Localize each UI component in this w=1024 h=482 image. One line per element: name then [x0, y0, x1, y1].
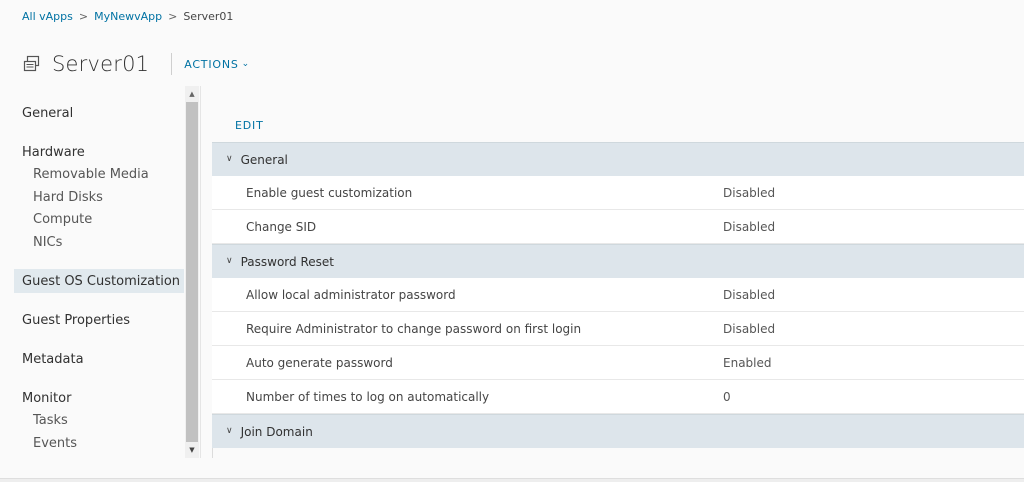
breadcrumb-current: Server01: [183, 10, 234, 23]
row-value: Disabled: [723, 288, 776, 302]
nav-item-removable-media[interactable]: Removable Media: [33, 167, 149, 182]
table-row: Change SID Disabled: [212, 210, 1024, 244]
group-title: General: [240, 152, 288, 167]
breadcrumb-mynewvapp[interactable]: MyNewvApp: [94, 10, 162, 23]
nav-item-guest-properties[interactable]: Guest Properties: [22, 313, 130, 328]
table-row: Allow local administrator password Disab…: [212, 278, 1024, 312]
scroll-up-arrow-icon[interactable]: ▲: [185, 88, 199, 100]
settings-grid: ∨ General Enable guest customization Dis…: [212, 142, 1024, 448]
nav-item-general[interactable]: General: [22, 106, 73, 121]
row-label: Enable guest customization: [246, 186, 413, 200]
nav-item-nics[interactable]: NICs: [33, 235, 62, 250]
row-label: Number of times to log on automatically: [246, 390, 490, 404]
row-label: Allow local administrator password: [246, 288, 456, 302]
actions-button[interactable]: ACTIONS ⌄: [184, 58, 250, 71]
title-row: Server01 ACTIONS ⌄: [22, 50, 250, 78]
row-label: Auto generate password: [246, 356, 393, 370]
vm-icon: [22, 54, 42, 74]
nav-scrollbar[interactable]: ▲ ▼: [185, 86, 199, 458]
nav-item-guest-os-customization[interactable]: Guest OS Customization: [22, 274, 180, 289]
scroll-down-arrow-icon[interactable]: ▼: [185, 444, 199, 456]
breadcrumb-separator: >: [78, 10, 89, 23]
edit-button[interactable]: EDIT: [235, 119, 264, 132]
nav-item-compute[interactable]: Compute: [33, 212, 92, 227]
nav-item-hardware[interactable]: Hardware: [22, 145, 85, 160]
page-title: Server01: [52, 52, 150, 76]
row-value: Disabled: [723, 186, 776, 200]
table-row: Auto generate password Enabled: [212, 346, 1024, 380]
panel-divider: [200, 86, 201, 458]
chevron-down-icon: ∨: [226, 153, 233, 164]
row-value: Enabled: [723, 356, 772, 370]
bottom-border: [0, 478, 1024, 482]
row-value: Disabled: [723, 220, 776, 234]
breadcrumb: All vApps > MyNewvApp > Server01: [22, 10, 233, 23]
row-label: Change SID: [246, 220, 317, 234]
group-header-general[interactable]: ∨ General: [212, 142, 1024, 176]
group-header-join-domain[interactable]: ∨ Join Domain: [212, 414, 1024, 448]
row-label: Require Administrator to change password…: [246, 322, 582, 336]
breadcrumb-separator: >: [168, 10, 178, 23]
side-nav: General Hardware Removable Media Hard Di…: [0, 86, 185, 458]
table-row: Enable guest customization Disabled: [212, 176, 1024, 210]
chevron-down-icon: ⌄: [241, 59, 250, 69]
row-value: Disabled: [723, 322, 776, 336]
page: All vApps > MyNewvApp > Server01 Server0…: [0, 0, 1024, 482]
table-row: Require Administrator to change password…: [212, 312, 1024, 346]
actions-label: ACTIONS: [184, 57, 239, 71]
nav-item-metadata[interactable]: Metadata: [22, 352, 84, 367]
title-divider: [171, 53, 173, 75]
nav-item-tasks[interactable]: Tasks: [33, 413, 68, 428]
chevron-down-icon: ∨: [226, 425, 233, 436]
breadcrumb-all-vapps[interactable]: All vApps: [22, 10, 73, 23]
group-title: Join Domain: [240, 424, 313, 439]
group-header-password-reset[interactable]: ∨ Password Reset: [212, 244, 1024, 278]
chevron-down-icon: ∨: [226, 255, 233, 266]
group-title: Password Reset: [240, 254, 334, 269]
table-row: Number of times to log on automatically …: [212, 380, 1024, 414]
scrollbar-thumb[interactable]: [186, 102, 198, 442]
nav-item-hard-disks[interactable]: Hard Disks: [33, 190, 103, 205]
nav-item-monitor[interactable]: Monitor: [22, 391, 71, 406]
row-value: 0: [723, 390, 731, 404]
nav-item-events[interactable]: Events: [33, 436, 77, 451]
